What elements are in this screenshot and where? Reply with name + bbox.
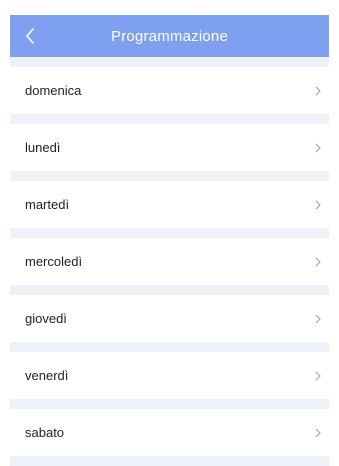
chevron-right-icon <box>315 86 321 96</box>
day-label: martedì <box>25 197 70 212</box>
day-item-mercoledi[interactable]: mercoledì <box>10 238 329 285</box>
chevron-right-icon <box>315 143 321 153</box>
day-item-venerdi[interactable]: venerdì <box>10 352 329 399</box>
chevron-right-icon <box>315 257 321 267</box>
day-item-giovedi[interactable]: giovedì <box>10 295 329 342</box>
day-item-sabato[interactable]: sabato <box>10 409 329 456</box>
chevron-right-icon <box>315 428 321 438</box>
back-button[interactable] <box>16 15 44 57</box>
chevron-left-icon <box>25 28 35 44</box>
day-item-martedi[interactable]: martedì <box>10 181 329 228</box>
page-title: Programmazione <box>110 27 228 45</box>
list-divider <box>10 399 329 409</box>
day-label: lunedì <box>25 140 61 155</box>
app-header: Programmazione <box>10 15 329 57</box>
day-label: venerdì <box>25 368 69 383</box>
chevron-right-icon <box>315 371 321 381</box>
chevron-right-icon <box>315 200 321 210</box>
day-list: domenica lunedì martedì mercoledì gioved… <box>10 57 329 466</box>
day-label: domenica <box>25 83 82 98</box>
day-label: sabato <box>25 425 65 440</box>
list-divider <box>10 171 329 181</box>
list-divider <box>10 342 329 352</box>
day-item-lunedi[interactable]: lunedì <box>10 124 329 171</box>
day-item-domenica[interactable]: domenica <box>10 67 329 114</box>
list-divider <box>10 456 329 466</box>
day-label: giovedì <box>25 311 67 326</box>
day-label: mercoledì <box>25 254 83 269</box>
list-divider <box>10 114 329 124</box>
list-divider <box>10 228 329 238</box>
list-divider <box>10 285 329 295</box>
list-divider <box>10 57 329 67</box>
chevron-right-icon <box>315 314 321 324</box>
